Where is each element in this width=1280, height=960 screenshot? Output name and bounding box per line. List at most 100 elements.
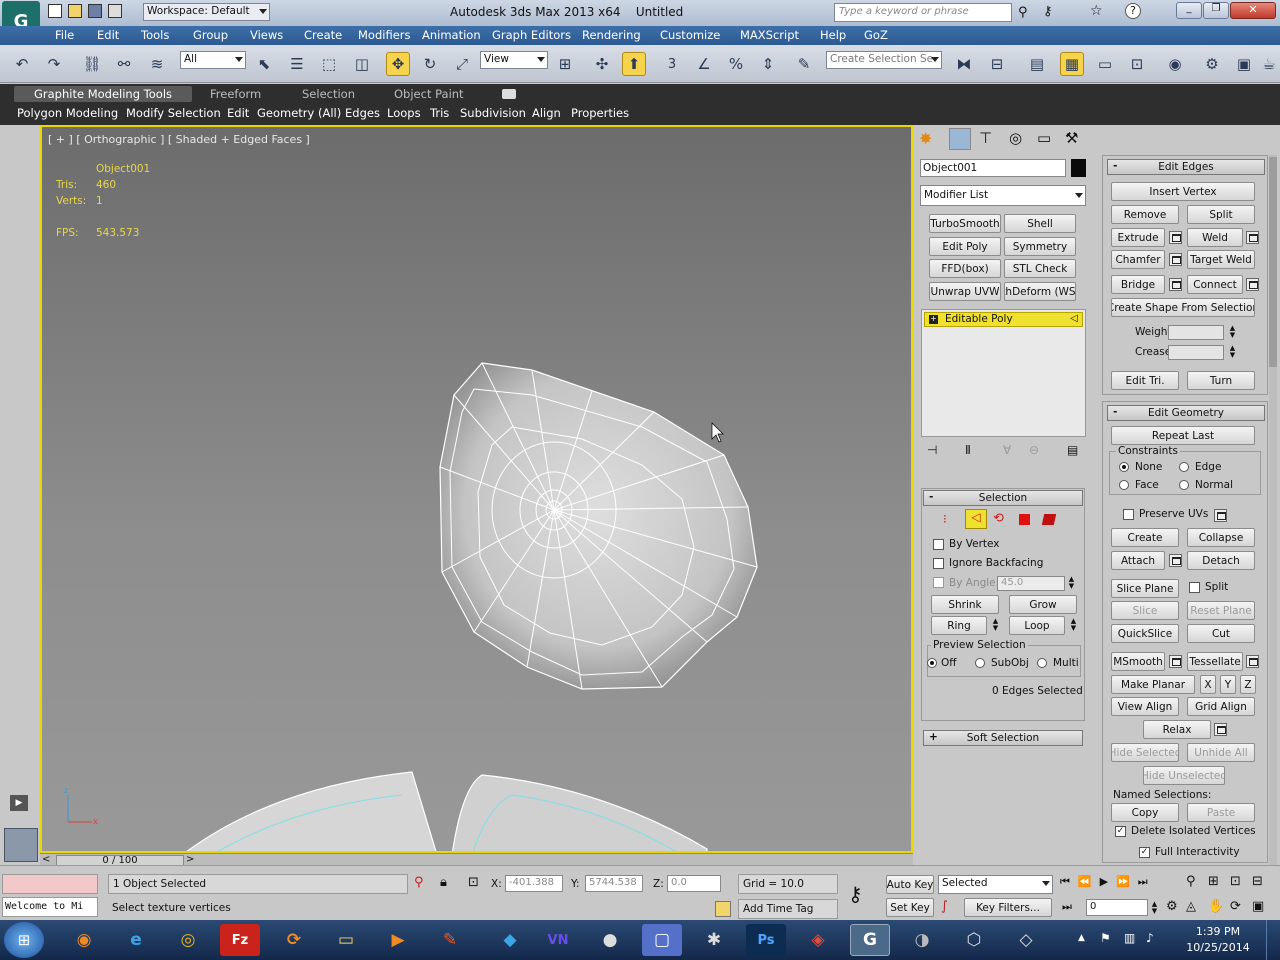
auto-key-button[interactable]: Auto Key — [886, 875, 934, 894]
chamfer-settings-icon[interactable] — [1169, 253, 1182, 266]
preview-off-radio[interactable] — [927, 658, 937, 668]
path-deform-button[interactable]: thDeform (WSI — [1004, 282, 1076, 301]
set-key-icon[interactable]: ⚷ — [848, 882, 863, 906]
msmooth-settings-icon[interactable] — [1169, 655, 1182, 668]
modifier-list-dropdown[interactable]: Modifier List — [920, 185, 1086, 206]
reference-coordinate-dropdown[interactable]: View — [480, 51, 548, 69]
unity-icon[interactable]: ⬡ — [954, 924, 994, 956]
soft-selection-rollout-header[interactable]: + Soft Selection — [923, 730, 1083, 746]
pan-icon[interactable]: ✋ — [1208, 899, 1230, 920]
system-clock[interactable]: 1:39 PM 10/25/2014 — [1178, 924, 1258, 956]
bind-space-warp-icon[interactable]: ≋ — [145, 52, 169, 76]
ring-button[interactable]: Ring — [931, 616, 987, 635]
render-production-icon[interactable]: ☕ — [1260, 52, 1278, 76]
menu-tools[interactable]: Tools — [141, 28, 169, 42]
layer-manager-icon[interactable]: ▤ — [1025, 52, 1049, 76]
new-icon[interactable] — [48, 4, 62, 18]
constraint-normal-radio[interactable] — [1179, 480, 1189, 490]
ribbon-edit[interactable]: Edit — [225, 106, 251, 120]
curve-editor-icon[interactable]: ▭ — [1093, 52, 1117, 76]
border-mode-icon[interactable]: ⟲ — [993, 511, 1004, 526]
constraint-none-radio[interactable] — [1119, 462, 1129, 472]
preserve-uvs-settings-icon[interactable] — [1214, 509, 1227, 522]
viewport-orthographic[interactable]: [ + ] [ Orthographic ] [ Shaded + Edged … — [40, 125, 913, 853]
field-of-view-icon[interactable]: ◬ — [1186, 899, 1208, 920]
scale-icon[interactable]: ⤢ — [450, 52, 474, 76]
menu-edit[interactable]: Edit — [97, 28, 119, 42]
tessellate-button[interactable]: Tessellate — [1187, 652, 1243, 671]
grid-align-button[interactable]: Grid Align — [1187, 697, 1255, 716]
shell-button[interactable]: Shell — [1004, 214, 1076, 233]
rotate-icon[interactable]: ↻ — [418, 52, 442, 76]
target-weld-button[interactable]: Target Weld — [1187, 250, 1255, 269]
timeline-prev-icon[interactable]: < — [42, 854, 50, 865]
open-icon[interactable] — [68, 4, 82, 18]
file-explorer-icon[interactable]: ▭ — [326, 924, 366, 956]
search-input[interactable]: Type a keyword or phrase — [834, 3, 1012, 22]
star-icon[interactable]: ☆ — [1090, 3, 1103, 19]
edit-named-selection-icon[interactable]: ✎ — [792, 52, 816, 76]
spinner-snap-icon[interactable]: ⇕ — [756, 52, 780, 76]
zoom-extents-all-icon[interactable]: ⊟ — [1252, 874, 1274, 895]
make-unique-icon[interactable]: ∀ — [1003, 443, 1011, 457]
planar-z-button[interactable]: Z — [1240, 675, 1256, 694]
edit-poly-button[interactable]: Edit Poly — [929, 237, 1001, 256]
zoom-extents-icon[interactable]: ⊡ — [1230, 874, 1252, 895]
stack-item-editable-poly[interactable]: + Editable Poly ◁ — [924, 312, 1083, 327]
crease-field[interactable] — [1168, 345, 1224, 360]
hide-unselected-button[interactable]: Hide Unselected — [1143, 766, 1225, 785]
ignore-backfacing-checkbox[interactable] — [933, 558, 944, 569]
ribbon-loops[interactable]: Loops — [385, 106, 423, 120]
add-time-tag-button[interactable]: Add Time Tag — [738, 899, 838, 919]
network-icon[interactable]: ▥ — [1124, 931, 1135, 945]
ribbon-tris[interactable]: Tris — [428, 106, 451, 120]
orbit-icon[interactable]: ⟳ — [1230, 899, 1252, 920]
keyboard-shortcut-icon[interactable]: ⬆ — [622, 52, 646, 76]
ribbon-subdivision[interactable]: Subdivision — [458, 106, 528, 120]
vn-app-icon[interactable]: VN — [538, 924, 578, 956]
key-mode-toggle-icon[interactable]: ⏭ — [1062, 900, 1072, 914]
key-filters-button[interactable]: Key Filters... — [964, 898, 1052, 917]
ribbon-options-icon[interactable] — [502, 89, 516, 99]
chamfer-button[interactable]: Chamfer — [1111, 250, 1165, 269]
workspace-dropdown[interactable]: Workspace: Default — [143, 3, 270, 21]
quickslice-button[interactable]: QuickSlice — [1111, 624, 1179, 643]
crease-spinner[interactable]: ▲ ▼ — [1228, 345, 1237, 360]
time-tag-icon[interactable] — [715, 901, 731, 917]
modifier-stack[interactable]: + Editable Poly ◁ — [921, 309, 1086, 437]
slice-button[interactable]: Slice — [1111, 601, 1179, 620]
repeat-last-button[interactable]: Repeat Last — [1111, 426, 1255, 445]
weld-button[interactable]: Weld — [1187, 228, 1243, 247]
ribbon-geometry-all[interactable]: Geometry (All) — [255, 106, 343, 120]
hide-selected-button[interactable]: Hide Selected — [1111, 743, 1179, 762]
zoom-all-icon[interactable]: ⊞ — [1208, 874, 1230, 895]
delete-isolated-checkbox[interactable]: ✓ — [1115, 826, 1126, 837]
show-desktop-button[interactable] — [1266, 920, 1278, 960]
display-tab-icon[interactable]: ▭ — [1037, 129, 1051, 147]
volume-icon[interactable]: ♪ — [1146, 931, 1154, 945]
motion-tab-icon[interactable]: ◎ — [1009, 129, 1022, 147]
preview-subobj-radio[interactable] — [975, 658, 985, 668]
tab-object-paint[interactable]: Object Paint — [394, 87, 464, 101]
modify-tab-icon[interactable] — [949, 128, 971, 150]
minicurve-icon[interactable] — [4, 828, 38, 862]
paste-button[interactable]: Paste — [1187, 803, 1255, 822]
binoculars-icon[interactable]: ⚲ — [1018, 5, 1028, 20]
command-panel-scrollbar[interactable] — [1269, 155, 1277, 865]
create-button[interactable]: Create — [1111, 528, 1179, 547]
show-end-result-icon[interactable]: Ⅱ — [965, 443, 971, 457]
menu-animation[interactable]: Animation — [422, 28, 481, 42]
expand-icon[interactable]: + — [929, 315, 938, 324]
extrude-button[interactable]: Extrude — [1111, 228, 1165, 247]
slice-plane-button[interactable]: Slice Plane — [1111, 579, 1179, 598]
by-angle-checkbox[interactable] — [933, 577, 944, 588]
action-center-icon[interactable]: ⚑ — [1100, 931, 1111, 945]
menu-modifiers[interactable]: Modifiers — [358, 28, 411, 42]
loop-spinner[interactable]: ▲ ▼ — [1069, 618, 1078, 633]
by-angle-spinner[interactable]: ▲ ▼ — [1067, 576, 1076, 591]
extrude-settings-icon[interactable] — [1169, 231, 1182, 244]
rendered-frame-window-icon[interactable]: ▣ — [1232, 52, 1256, 76]
connect-settings-icon[interactable] — [1246, 278, 1259, 291]
split-checkbox[interactable] — [1189, 582, 1200, 593]
show-hidden-icons[interactable]: ▲ — [1078, 933, 1085, 943]
